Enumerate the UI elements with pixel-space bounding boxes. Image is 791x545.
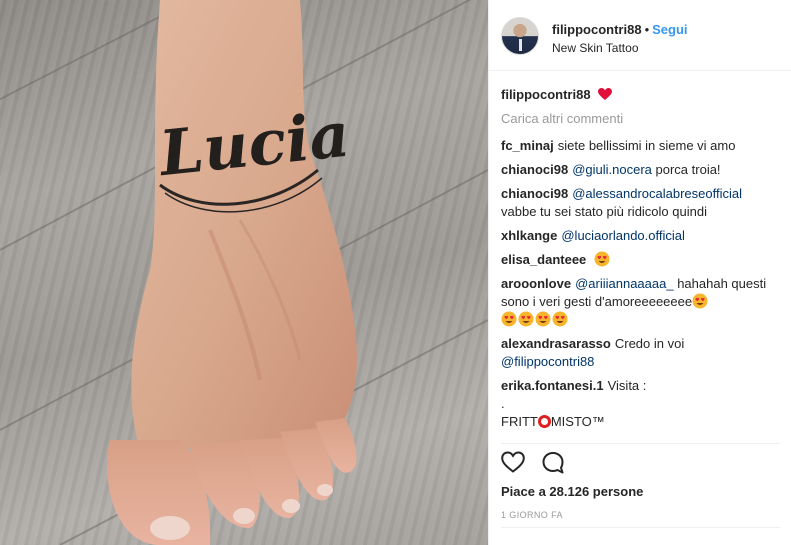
comment-text-line2: . [501, 396, 505, 411]
caption-username[interactable]: filippocontri88 [501, 87, 591, 102]
comment-username[interactable]: arooonlove [501, 276, 571, 291]
post-photo: Lucia [0, 0, 488, 545]
comment-text-line3a: FRITT [501, 414, 538, 429]
comment-mention[interactable]: @alessandrocalabreseofficial [572, 186, 742, 201]
comment-text: Visita : [607, 378, 647, 393]
heart-eyes-emoji-icon [692, 293, 708, 309]
header-username[interactable]: filippocontri88 [552, 22, 642, 37]
comment-username[interactable]: xhlkange [501, 228, 557, 243]
divider [501, 443, 780, 444]
comments-list: filippocontri88 Carica altri commenti fc… [501, 86, 786, 437]
comment: arooonlove @ariiiannaaaaa_ hahahah questi… [501, 275, 786, 329]
comment-text: porca troia! [655, 162, 721, 177]
comment: erika.fontanesi.1 Visita : . FRITT MISTO™ [501, 377, 786, 431]
heart-eyes-emoji-icon [594, 251, 610, 267]
tattooed-foot-image: Lucia [0, 0, 488, 545]
comment: xhlkange @luciaorlando.official [501, 227, 786, 245]
comment: elisa_danteee [501, 251, 786, 269]
post-side-panel: filippocontri88 • Segui New Skin Tattoo fi… [488, 0, 791, 545]
caption: filippocontri88 [501, 86, 786, 104]
comment-mention[interactable]: @ariiiannaaaaa_ [575, 276, 674, 291]
comment-mention[interactable]: @luciaorlando.official [561, 228, 685, 243]
comment-username[interactable]: erika.fontanesi.1 [501, 378, 604, 393]
heart-eyes-emoji-icon [535, 311, 551, 327]
likes-count[interactable]: Piace a 28.126 persone [501, 484, 643, 499]
heart-eyes-emoji-icon [552, 311, 568, 327]
comment-text: siete bellissimi in sieme vi amo [557, 138, 736, 153]
divider [501, 527, 780, 528]
comment-username[interactable]: elisa_danteee [501, 252, 586, 267]
post-timestamp: 1 giorno fa [501, 510, 563, 520]
heart-eyes-emoji-icon [501, 311, 517, 327]
post-header: filippocontri88 • Segui New Skin Tattoo [489, 0, 791, 71]
load-more-comments[interactable]: Carica altri commenti [501, 110, 786, 128]
red-heart-emoji-icon [598, 88, 613, 100]
location-link[interactable]: New Skin Tattoo [552, 41, 639, 55]
heart-outline-icon[interactable] [501, 451, 525, 473]
avatar-tie [519, 39, 522, 51]
red-ring-emoji-icon [537, 415, 551, 428]
comment-username[interactable]: chianoci98 [501, 162, 568, 177]
avatar[interactable] [501, 17, 539, 55]
comment-mention[interactable]: @giuli.nocera [572, 162, 652, 177]
comment-text-line3b: MISTO™ [550, 414, 605, 429]
comment-mention[interactable]: @filippocontri88 [501, 354, 594, 369]
comment-text: Credo in voi [614, 336, 685, 351]
comment-username[interactable]: fc_minaj [501, 138, 554, 153]
comment: alexandrasarasso Credo in voi @filippocont… [501, 335, 786, 371]
header-dot: • [644, 22, 650, 37]
follow-button[interactable]: Segui [652, 22, 687, 37]
header-username-line: filippocontri88 • Segui [552, 22, 688, 37]
comment: chianoci98 @alessandrocalabreseofficial va… [501, 185, 786, 221]
comment-username[interactable]: chianoci98 [501, 186, 568, 201]
speech-bubble-icon[interactable] [541, 451, 565, 475]
heart-eyes-emoji-icon [518, 311, 534, 327]
comment: fc_minaj siete bellissimi in sieme vi amo [501, 137, 786, 155]
comment-text: vabbe tu sei stato più ridicolo quindi [501, 204, 707, 219]
comment-username[interactable]: alexandrasarasso [501, 336, 611, 351]
comment: chianoci98 @giuli.nocera porca troia! [501, 161, 786, 179]
